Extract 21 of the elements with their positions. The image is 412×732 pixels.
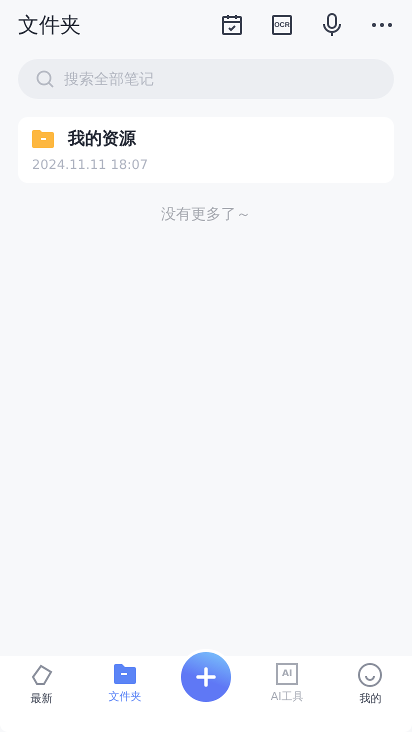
calendar-button[interactable]: [220, 12, 244, 38]
folder-name: 我的资源: [68, 128, 136, 150]
folder-card[interactable]: 我的资源 2024.11.11 18:07: [18, 117, 394, 183]
calendar-icon: [221, 14, 243, 36]
page-title: 文件夹: [18, 12, 82, 39]
ai-icon: AI: [276, 663, 298, 685]
nav-tab[interactable]: 我的: [340, 660, 400, 706]
search-icon: [36, 70, 54, 88]
plus-icon: [196, 667, 216, 687]
more-icon: [372, 23, 392, 27]
microphone-icon: [323, 13, 341, 37]
folder-icon: [32, 129, 54, 148]
search-box[interactable]: 搜索全部笔记: [18, 59, 394, 99]
end-of-list-note: 没有更多了～: [161, 205, 251, 224]
search-field[interactable]: 搜索全部笔记: [62, 69, 376, 89]
folder-icon: [112, 663, 137, 685]
folder-date: 2024.11.11 18:07: [32, 158, 150, 173]
smiley-icon: [358, 663, 382, 687]
nav-tab[interactable]: 最新: [12, 660, 72, 706]
tag-icon: [30, 663, 54, 687]
mic-button[interactable]: [320, 12, 344, 38]
